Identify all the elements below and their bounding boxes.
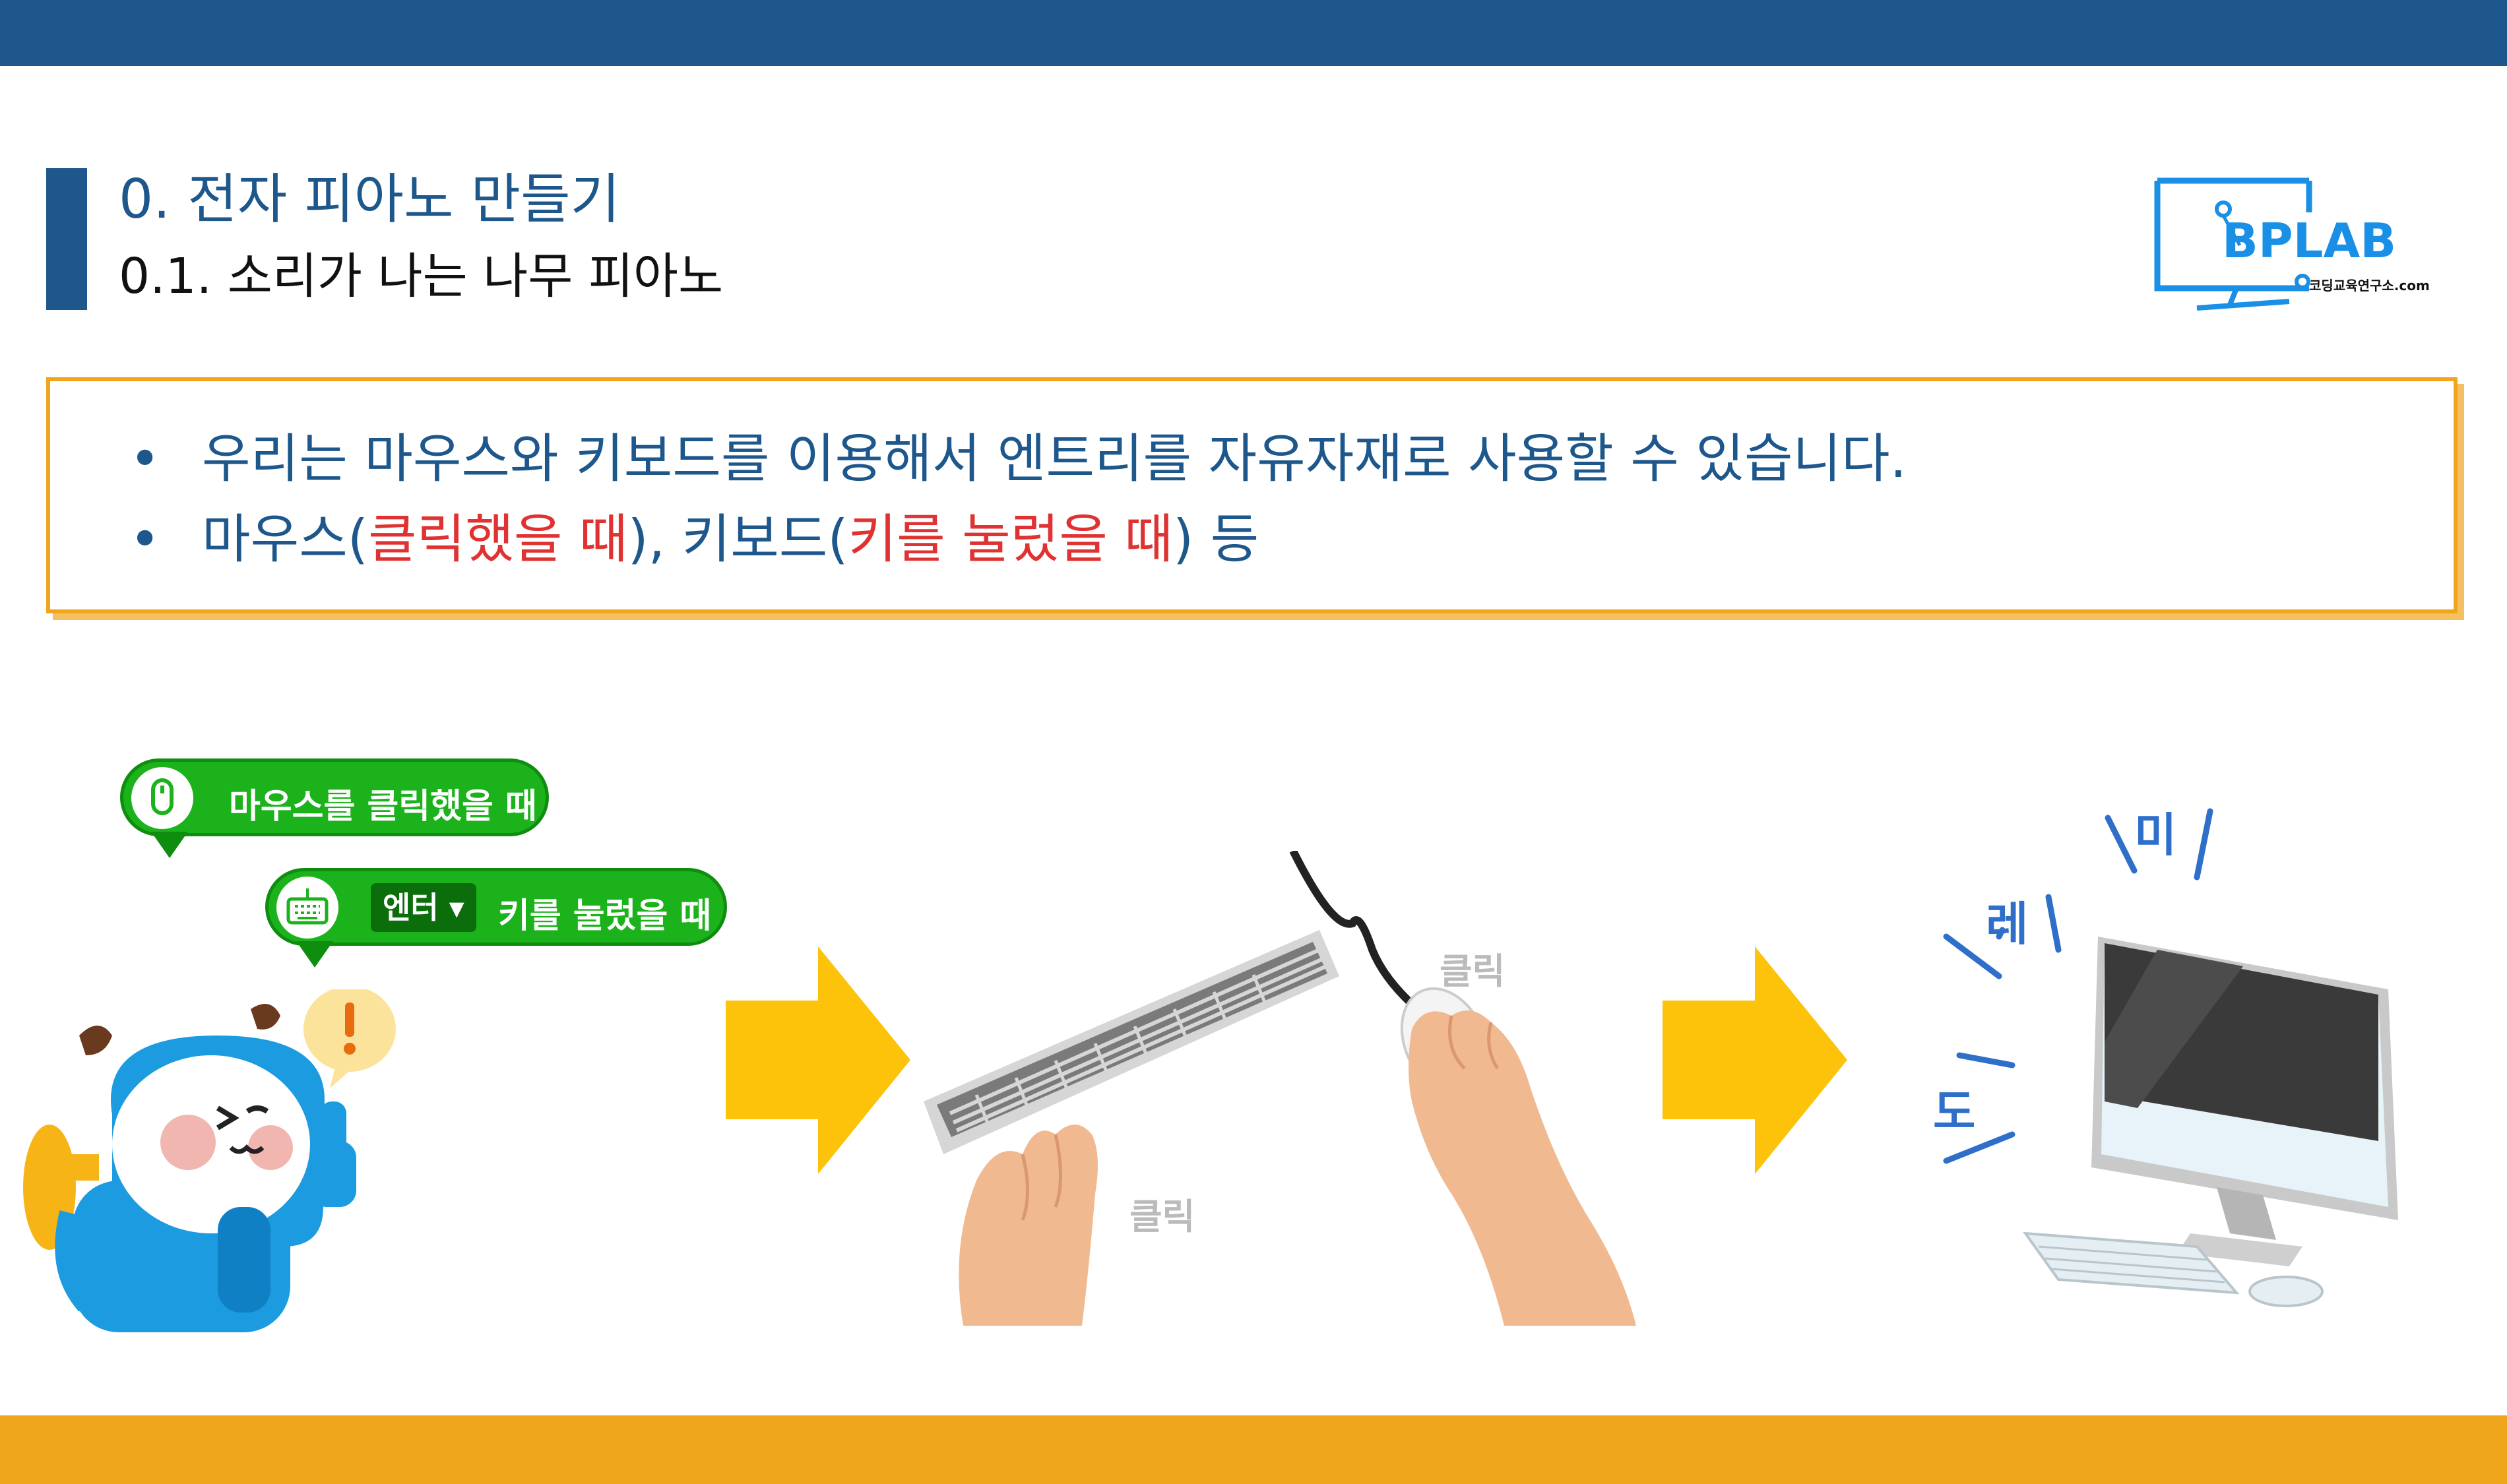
keyboard-icon <box>276 877 338 939</box>
mouse-click-block: 마우스를 클릭했을 때 <box>120 758 549 858</box>
info-line-2-part-e: ) 등 <box>1173 509 1259 570</box>
arrow-right-icon <box>1663 946 1847 1174</box>
top-bar <box>0 0 2507 66</box>
logo-text-bp: BPLAB <box>2222 213 2396 268</box>
bullet-dot: • <box>129 509 161 570</box>
info-line-1: • 우리는 마우스와 키보드를 이용해서 엔트리를 자유자재로 사용할 수 있습니… <box>129 433 1907 485</box>
bullet-dot: • <box>129 428 161 489</box>
note-re: 레 <box>1986 897 2029 951</box>
click-label-mouse: 클릭 <box>1440 950 1506 992</box>
bottom-bar <box>0 1415 2507 1484</box>
block-tail <box>296 941 333 968</box>
info-line-2-part-c: ), 키보드( <box>627 509 848 570</box>
mouse-icon <box>131 767 193 829</box>
logo-tagline: 코딩교육연구소.com <box>2309 278 2430 294</box>
note-mi: 미 <box>2134 808 2177 862</box>
mouse-block-label: 마우스를 클릭했을 때 <box>229 787 537 826</box>
info-line-2: • 마우스(클릭했을 때), 키보드(키를 눌렀을 때) 등 <box>129 513 1259 566</box>
info-line-1-text: 우리는 마우스와 키보드를 이용해서 엔트리를 자유자재로 사용할 수 있습니다… <box>202 428 1907 489</box>
info-line-2-highlight-click: 클릭했을 때 <box>368 509 628 570</box>
mascot-character-icon <box>23 989 396 1332</box>
key-press-block: 엔터 ▾ 키를 눌렀을 때 <box>265 868 727 968</box>
sound-lines-icon <box>1943 808 2213 1164</box>
note-do: 도 <box>1933 1085 1976 1139</box>
info-line-2-part-a: 마우스( <box>202 509 369 570</box>
arrow-right-icon <box>726 946 910 1174</box>
page-subtitle: 0.1. 소리가 나는 나무 피아노 <box>119 248 724 305</box>
bplab-logo: BPLAB 코딩교육연구소.com <box>2154 177 2430 311</box>
keyboard-and-mouse-illustration <box>924 851 1636 1326</box>
click-label-keyboard: 클릭 <box>1129 1196 1195 1237</box>
block-tail <box>151 832 188 858</box>
chevron-down-icon: ▾ <box>449 890 464 925</box>
info-line-2-highlight-key: 키를 눌렀을 때 <box>848 509 1174 570</box>
key-select-value: 엔터 <box>383 890 439 925</box>
info-box: • 우리는 마우스와 키보드를 이용해서 엔트리를 자유자재로 사용할 수 있습니… <box>46 377 2458 613</box>
key-select-dropdown: 엔터 ▾ <box>371 883 476 932</box>
key-block-label: 키를 눌렀을 때 <box>498 896 712 936</box>
title-accent-bar <box>46 168 87 310</box>
page-title: 0. 전자 피아노 만들기 <box>119 168 620 231</box>
